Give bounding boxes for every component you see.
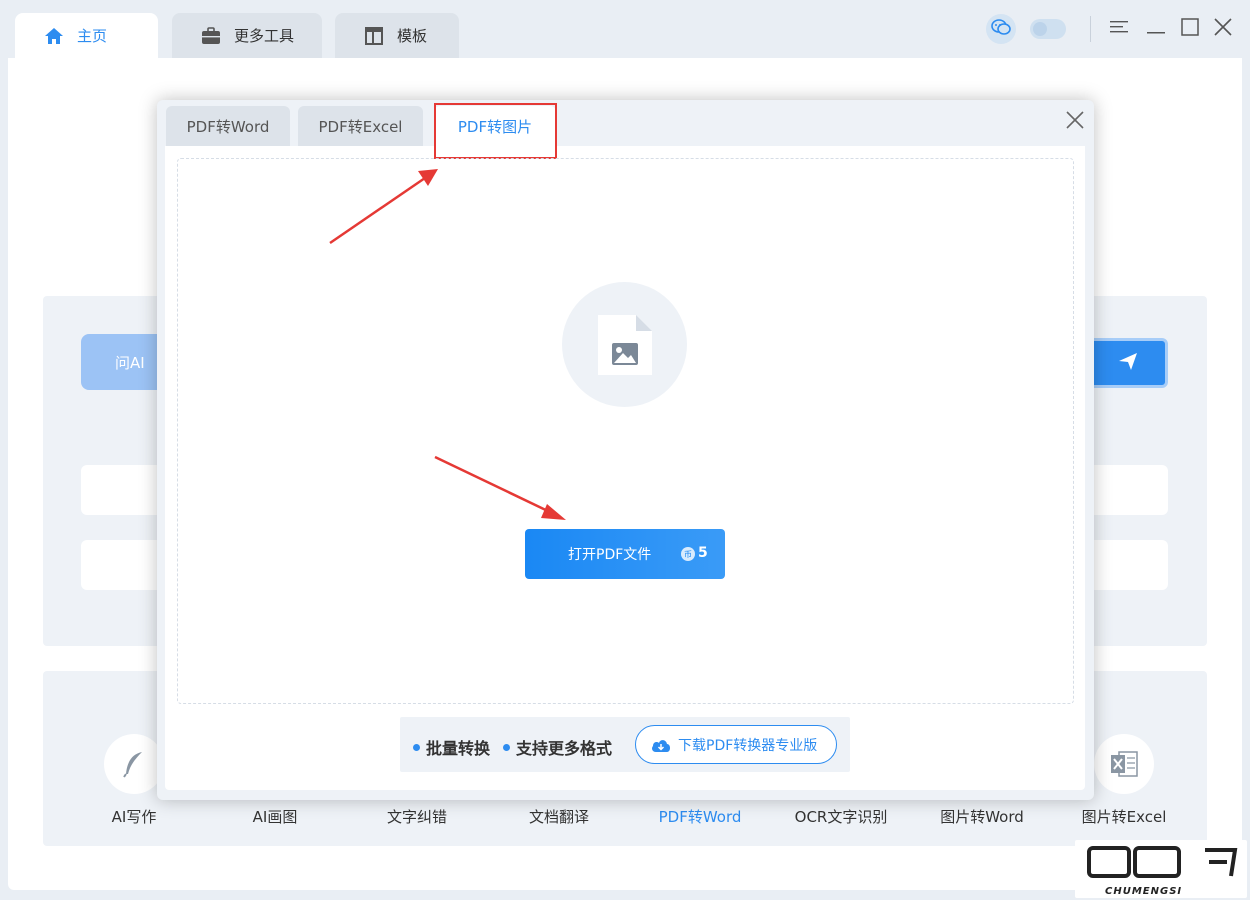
bullet-icon [503, 743, 510, 751]
watermark-text: CHUMENGSI [1105, 886, 1183, 897]
tool-label: AI写作 [111, 808, 157, 826]
bullet-icon [413, 743, 420, 751]
tab-label: 模板 [397, 27, 428, 45]
ask-ai-label: 问AI [115, 353, 145, 372]
tab-pdf-to-word[interactable]: PDF转Word [166, 106, 290, 146]
send-button[interactable] [1088, 338, 1168, 388]
tool-label: OCR文字识别 [794, 808, 888, 826]
tab-templates[interactable]: 模板 [335, 13, 459, 58]
file-dropzone[interactable] [177, 158, 1074, 704]
tool-label: 图片转Excel [1081, 808, 1167, 826]
minimize-button[interactable] [1145, 14, 1167, 44]
close-icon [1214, 18, 1232, 40]
menu-button[interactable] [1108, 14, 1130, 44]
tab-label: 更多工具 [234, 27, 295, 45]
feature-label: 批量转换 [426, 739, 491, 758]
close-icon [1063, 111, 1087, 136]
divider [1090, 16, 1091, 42]
wechat-icon [991, 19, 1011, 39]
home-icon [43, 25, 65, 47]
highlight-box [434, 103, 557, 159]
menu-icon [1110, 19, 1128, 39]
toolbox-icon [200, 25, 222, 47]
tab-pdf-to-excel[interactable]: PDF转Excel [298, 106, 423, 146]
tool-label: PDF转Word [658, 808, 742, 826]
wechat-button[interactable] [986, 14, 1016, 44]
dialog-close-button[interactable] [1063, 108, 1087, 132]
download-pro-button[interactable]: 下载PDF转换器专业版 [635, 725, 837, 764]
maximize-icon [1181, 18, 1199, 40]
feather-icon [104, 734, 164, 794]
tool-label: 文字纠错 [386, 808, 447, 826]
feature-formats: 支持更多格式 [503, 735, 612, 759]
feature-label: 支持更多格式 [516, 739, 613, 758]
excel-icon [1094, 734, 1154, 794]
maximize-button[interactable] [1179, 14, 1201, 44]
tab-label: PDF转Excel [318, 117, 403, 136]
open-pdf-button[interactable]: 打开PDF文件 币 5 [525, 529, 725, 579]
send-icon [1117, 350, 1139, 376]
open-pdf-label: 打开PDF文件 [568, 547, 652, 563]
tab-more-tools[interactable]: 更多工具 [172, 13, 322, 58]
download-label: 下载PDF转换器专业版 [678, 737, 818, 754]
coin-icon: 币 [681, 547, 695, 561]
tab-label: PDF转Word [186, 117, 270, 136]
theme-toggle[interactable] [1030, 19, 1066, 39]
cost-value: 5 [698, 545, 708, 561]
tool-label: 文档翻译 [528, 808, 589, 826]
feature-batch: 批量转换 [413, 735, 490, 759]
minimize-icon [1147, 20, 1165, 39]
close-button[interactable] [1212, 14, 1234, 44]
template-icon [363, 25, 385, 47]
tool-label: 图片转Word [940, 808, 1024, 826]
tool-label: AI画图 [252, 808, 298, 826]
image-file-icon [562, 282, 687, 407]
tab-home[interactable]: 主页 [15, 13, 158, 58]
title-bar: 主页 更多工具 模板 [0, 0, 1250, 58]
cloud-download-icon [650, 736, 672, 754]
tab-label: 主页 [77, 27, 108, 45]
watermark-glyphs [1087, 846, 1238, 878]
